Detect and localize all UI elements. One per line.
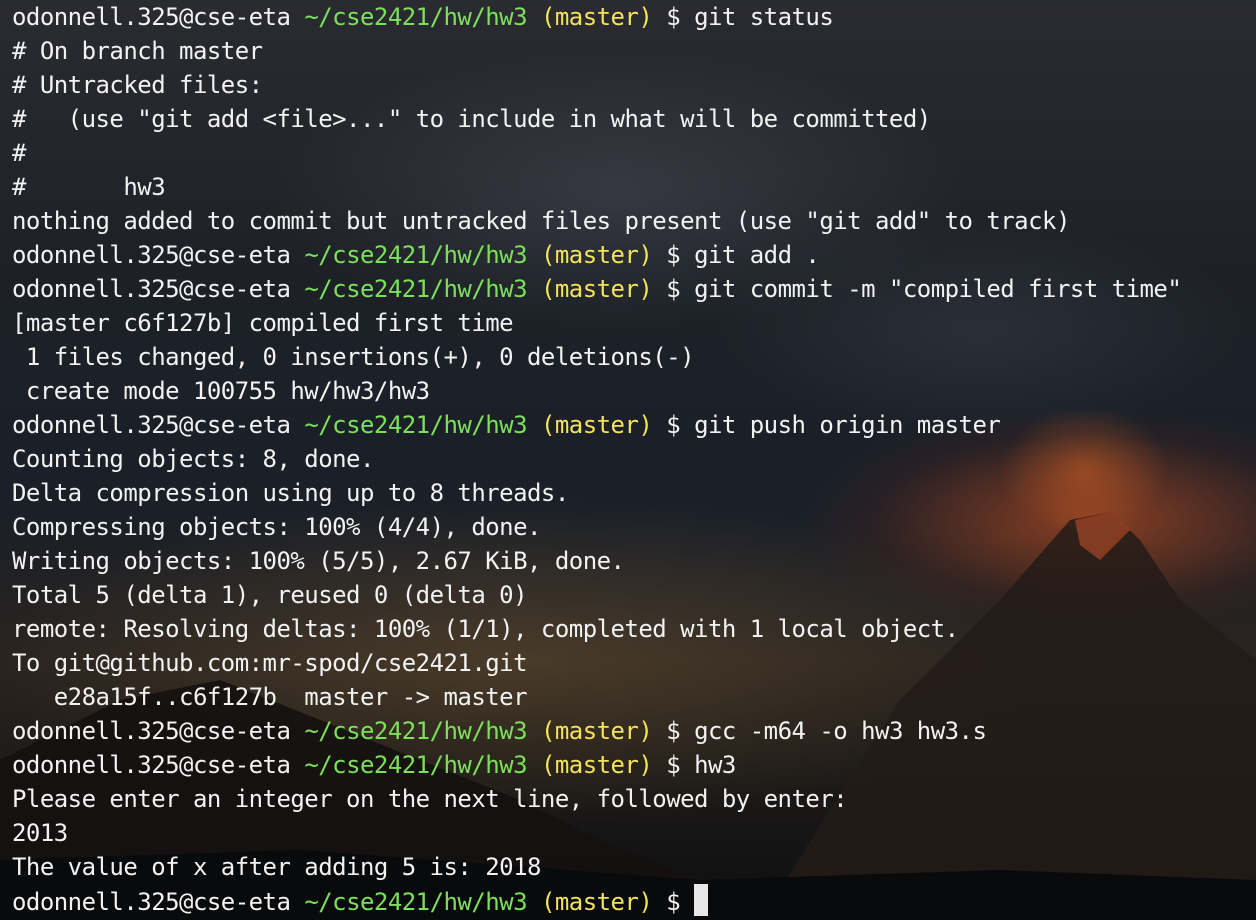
prompt-line: odonnell.325@cse-eta ~/cse2421/hw/hw3 (m… (12, 714, 1252, 748)
prompt-symbol: $ (666, 3, 681, 31)
output-line: Total 5 (delta 1), reused 0 (delta 0) (12, 581, 528, 609)
prompt-symbol: $ (666, 241, 681, 269)
output-line: # hw3 (12, 173, 166, 201)
prompt-user-host: odonnell.325@cse-eta (12, 241, 291, 269)
prompt-branch: (master) (540, 275, 653, 303)
output-line: # Untracked files: (12, 71, 263, 99)
output-line: Compressing objects: 100% (4/4), done. (12, 513, 541, 541)
output-line: create mode 100755 hw/hw3/hw3 (12, 377, 430, 405)
output-line: # On branch master (12, 37, 263, 65)
prompt-path: ~/cse2421/hw/hw3 (304, 275, 528, 303)
prompt-user-host: odonnell.325@cse-eta (12, 411, 291, 439)
output-line: Please enter an integer on the next line… (12, 785, 848, 813)
prompt-path: ~/cse2421/hw/hw3 (304, 717, 528, 745)
command-text: gcc -m64 -o hw3 hw3.s (694, 717, 987, 745)
prompt-symbol: $ (666, 888, 681, 916)
prompt-line: odonnell.325@cse-eta ~/cse2421/hw/hw3 (m… (12, 408, 1252, 442)
output-line: Delta compression using up to 8 threads. (12, 479, 569, 507)
prompt-branch: (master) (540, 717, 653, 745)
output-line: Counting objects: 8, done. (12, 445, 374, 473)
prompt-symbol: $ (666, 717, 681, 745)
prompt-branch: (master) (540, 751, 653, 779)
output-line: 2013 (12, 819, 68, 847)
prompt-symbol: $ (666, 411, 681, 439)
output-line: Writing objects: 100% (5/5), 2.67 KiB, d… (12, 547, 625, 575)
command-text: hw3 (694, 751, 736, 779)
output-line: [master c6f127b] compiled first time (12, 309, 514, 337)
output-line: 1 files changed, 0 insertions(+), 0 dele… (12, 343, 695, 371)
prompt-symbol: $ (666, 275, 681, 303)
prompt-branch: (master) (540, 241, 653, 269)
command-text: git add . (694, 241, 820, 269)
text-cursor[interactable] (694, 884, 709, 916)
prompt-line: odonnell.325@cse-eta ~/cse2421/hw/hw3 (m… (12, 238, 1252, 272)
prompt-branch: (master) (540, 888, 653, 916)
output-line: e28a15f..c6f127b master -> master (12, 683, 528, 711)
terminal-output[interactable]: odonnell.325@cse-eta ~/cse2421/hw/hw3 (m… (12, 0, 1252, 920)
prompt-line: odonnell.325@cse-eta ~/cse2421/hw/hw3 (m… (12, 884, 1252, 918)
command-text: git push origin master (694, 411, 1001, 439)
prompt-path: ~/cse2421/hw/hw3 (304, 241, 528, 269)
output-line: nothing added to commit but untracked fi… (12, 207, 1070, 235)
prompt-line: odonnell.325@cse-eta ~/cse2421/hw/hw3 (m… (12, 0, 1252, 34)
prompt-branch: (master) (540, 3, 653, 31)
prompt-path: ~/cse2421/hw/hw3 (304, 888, 528, 916)
prompt-user-host: odonnell.325@cse-eta (12, 275, 291, 303)
prompt-user-host: odonnell.325@cse-eta (12, 3, 291, 31)
command-text: git status (694, 3, 834, 31)
prompt-path: ~/cse2421/hw/hw3 (304, 411, 528, 439)
prompt-line: odonnell.325@cse-eta ~/cse2421/hw/hw3 (m… (12, 748, 1252, 782)
terminal-window[interactable]: odonnell.325@cse-eta ~/cse2421/hw/hw3 (m… (0, 0, 1256, 920)
prompt-line: odonnell.325@cse-eta ~/cse2421/hw/hw3 (m… (12, 272, 1252, 306)
prompt-path: ~/cse2421/hw/hw3 (304, 751, 528, 779)
output-line: # (use "git add <file>..." to include in… (12, 105, 931, 133)
prompt-branch: (master) (540, 411, 653, 439)
prompt-path: ~/cse2421/hw/hw3 (304, 3, 528, 31)
prompt-symbol: $ (666, 751, 681, 779)
output-line: # (12, 139, 26, 167)
output-line: To git@github.com:mr-spod/cse2421.git (12, 649, 528, 677)
prompt-user-host: odonnell.325@cse-eta (12, 717, 291, 745)
output-line: remote: Resolving deltas: 100% (1/1), co… (12, 615, 959, 643)
prompt-user-host: odonnell.325@cse-eta (12, 751, 291, 779)
prompt-user-host: odonnell.325@cse-eta (12, 888, 291, 916)
output-line: The value of x after adding 5 is: 2018 (12, 853, 541, 881)
command-text: git commit -m "compiled first time" (694, 275, 1182, 303)
